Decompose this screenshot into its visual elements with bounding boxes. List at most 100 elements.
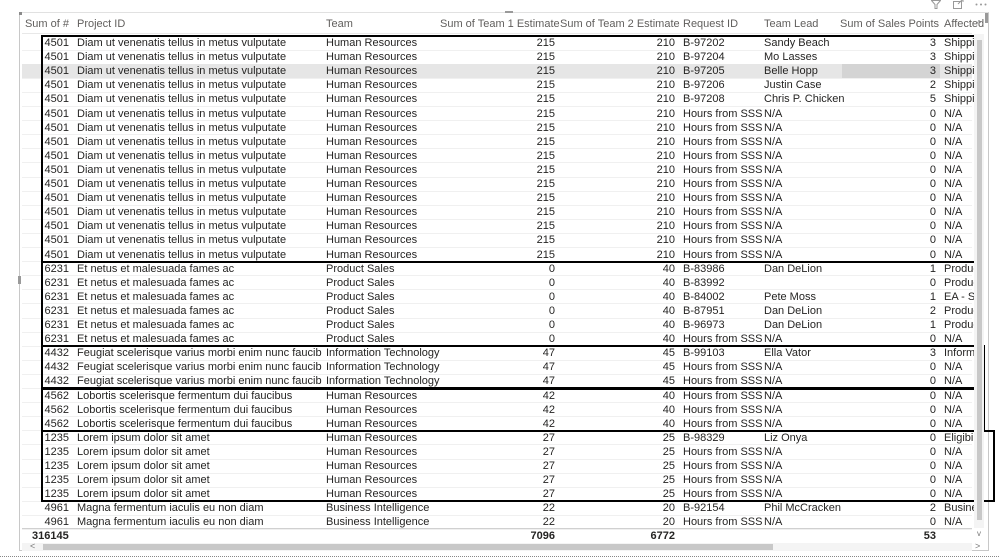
- cell-project[interactable]: Lorem ipsum dolor sit amet: [77, 487, 322, 501]
- cell-team[interactable]: Product Sales: [326, 290, 441, 304]
- cell-t1[interactable]: 27: [445, 487, 555, 501]
- table-row[interactable]: 4562 Lobortis scelerisque fermentum dui f…: [22, 389, 972, 403]
- cell-team[interactable]: Human Resources: [326, 403, 441, 417]
- cell-lead[interactable]: Pete Moss: [764, 290, 844, 304]
- cell-sum_num[interactable]: 4432: [22, 374, 69, 388]
- cell-lead[interactable]: Chris P. Chicken: [764, 92, 844, 106]
- cell-sales[interactable]: 0: [846, 219, 936, 233]
- cell-t2[interactable]: 40: [564, 262, 675, 276]
- cell-sales[interactable]: 0: [846, 403, 936, 417]
- cell-sales[interactable]: 0: [846, 360, 936, 374]
- cell-t1[interactable]: 215: [445, 177, 555, 191]
- cell-sales[interactable]: 5: [846, 92, 936, 106]
- cell-req[interactable]: B-99103: [683, 346, 763, 360]
- cell-req[interactable]: Hours from SSS: [683, 219, 763, 233]
- cell-sum_num[interactable]: 4501: [22, 36, 69, 50]
- cell-team[interactable]: Information Technology: [326, 360, 441, 374]
- cell-project[interactable]: Et netus et malesuada fames ac: [77, 290, 322, 304]
- cell-sales[interactable]: 0: [846, 417, 936, 431]
- table-row[interactable]: 1235 Lorem ipsum dolor sit amet Human Reso…: [22, 487, 972, 501]
- cell-t2[interactable]: 40: [564, 403, 675, 417]
- cell-t2[interactable]: 25: [564, 487, 675, 501]
- cell-project[interactable]: Lorem ipsum dolor sit amet: [77, 473, 322, 487]
- cell-lead[interactable]: Dan DeLion: [764, 304, 844, 318]
- cell-sales[interactable]: 0: [846, 248, 936, 262]
- cell-req[interactable]: Hours from SSS: [683, 473, 763, 487]
- cell-t2[interactable]: 45: [564, 374, 675, 388]
- cell-team[interactable]: Human Resources: [326, 149, 441, 163]
- cell-project[interactable]: Feugiat scelerisque varius morbi enim nu…: [77, 360, 322, 374]
- column-header-req[interactable]: Request ID: [683, 16, 763, 32]
- cell-t1[interactable]: 47: [445, 346, 555, 360]
- cell-lead[interactable]: N/A: [764, 403, 844, 417]
- cell-sum_num[interactable]: 1235: [22, 445, 69, 459]
- cell-t2[interactable]: 25: [564, 473, 675, 487]
- cell-t1[interactable]: 27: [445, 459, 555, 473]
- cell-sum_num[interactable]: 6231: [22, 276, 69, 290]
- cell-sales[interactable]: 0: [846, 374, 936, 388]
- cell-req[interactable]: B-87951: [683, 304, 763, 318]
- cell-lead[interactable]: N/A: [764, 459, 844, 473]
- cell-sales[interactable]: 3: [846, 64, 936, 78]
- cell-team[interactable]: Human Resources: [326, 163, 441, 177]
- cell-t2[interactable]: 40: [564, 389, 675, 403]
- cell-req[interactable]: B-97202: [683, 36, 763, 50]
- cell-sales[interactable]: 0: [846, 107, 936, 121]
- cell-sum_num[interactable]: 4501: [22, 219, 69, 233]
- table-row[interactable]: 4961 Magna fermentum iaculis eu non diam B…: [22, 501, 983, 515]
- table-row[interactable]: 4562 Lobortis scelerisque fermentum dui f…: [22, 417, 972, 431]
- cell-sum_num[interactable]: 4501: [22, 205, 69, 219]
- table-row[interactable]: 4432 Feugiat scelerisque varius morbi eni…: [22, 346, 983, 360]
- column-header-t2[interactable]: Sum of Team 2 Estimate: [560, 16, 680, 32]
- cell-t1[interactable]: 215: [445, 163, 555, 177]
- cell-sum_num[interactable]: 6231: [22, 318, 69, 332]
- cell-t2[interactable]: 210: [564, 205, 675, 219]
- cell-lead[interactable]: [764, 276, 844, 290]
- table-row[interactable]: 4501 Diam ut venenatis tellus in metus vu…: [22, 78, 983, 92]
- cell-sum_num[interactable]: 4562: [22, 403, 69, 417]
- cell-req[interactable]: Hours from SSS: [683, 487, 763, 501]
- cell-t2[interactable]: 210: [564, 248, 675, 262]
- cell-sales[interactable]: 0: [846, 149, 936, 163]
- cell-project[interactable]: Et netus et malesuada fames ac: [77, 276, 322, 290]
- cell-req[interactable]: Hours from SSS: [683, 374, 763, 388]
- cell-t1[interactable]: 22: [445, 501, 555, 515]
- cell-team[interactable]: Human Resources: [326, 36, 441, 50]
- table-row[interactable]: 4501 Diam ut venenatis tellus in metus vu…: [22, 205, 972, 219]
- cell-sum_num[interactable]: 4501: [22, 191, 69, 205]
- table-row[interactable]: 4501 Diam ut venenatis tellus in metus vu…: [22, 50, 983, 64]
- cell-lead[interactable]: Mo Lasses: [764, 50, 844, 64]
- cell-sales[interactable]: 0: [846, 445, 936, 459]
- cell-team[interactable]: Human Resources: [326, 64, 441, 78]
- cell-t1[interactable]: 27: [445, 445, 555, 459]
- cell-req[interactable]: B-83986: [683, 262, 763, 276]
- cell-t2[interactable]: 210: [564, 92, 675, 106]
- focus-mode-icon[interactable]: [953, 0, 964, 9]
- cell-t2[interactable]: 40: [564, 304, 675, 318]
- cell-sum_num[interactable]: 1235: [22, 431, 69, 445]
- cell-lead[interactable]: N/A: [764, 163, 844, 177]
- cell-sales[interactable]: 0: [846, 487, 936, 501]
- sort-ascending-icon[interactable]: ^: [975, 20, 983, 28]
- resize-handle-top[interactable]: [505, 11, 513, 13]
- table-row[interactable]: 6231 Et netus et malesuada fames ac Produc…: [22, 318, 982, 332]
- cell-sum_num[interactable]: 4501: [22, 177, 69, 191]
- cell-req[interactable]: B-92154: [683, 501, 763, 515]
- table-row[interactable]: 1235 Lorem ipsum dolor sit amet Human Reso…: [22, 445, 972, 459]
- cell-sales[interactable]: 2: [846, 501, 936, 515]
- cell-req[interactable]: Hours from SSS: [683, 417, 763, 431]
- cell-sum_num[interactable]: 4961: [22, 501, 69, 515]
- cell-project[interactable]: Diam ut venenatis tellus in metus vulput…: [77, 163, 322, 177]
- column-header-sales[interactable]: Sum of Sales Points: [840, 16, 939, 32]
- cell-project[interactable]: Diam ut venenatis tellus in metus vulput…: [77, 149, 322, 163]
- cell-project[interactable]: Diam ut venenatis tellus in metus vulput…: [77, 78, 322, 92]
- cell-project[interactable]: Diam ut venenatis tellus in metus vulput…: [77, 121, 322, 135]
- cell-team[interactable]: Human Resources: [326, 121, 441, 135]
- cell-t2[interactable]: 210: [564, 135, 675, 149]
- cell-t2[interactable]: 40: [564, 290, 675, 304]
- cell-req[interactable]: Hours from SSS: [683, 403, 763, 417]
- cell-lead[interactable]: Dan DeLion: [764, 318, 844, 332]
- cell-sales[interactable]: 0: [846, 332, 936, 346]
- cell-lead[interactable]: Ella Vator: [764, 346, 844, 360]
- cell-req[interactable]: B-96973: [683, 318, 763, 332]
